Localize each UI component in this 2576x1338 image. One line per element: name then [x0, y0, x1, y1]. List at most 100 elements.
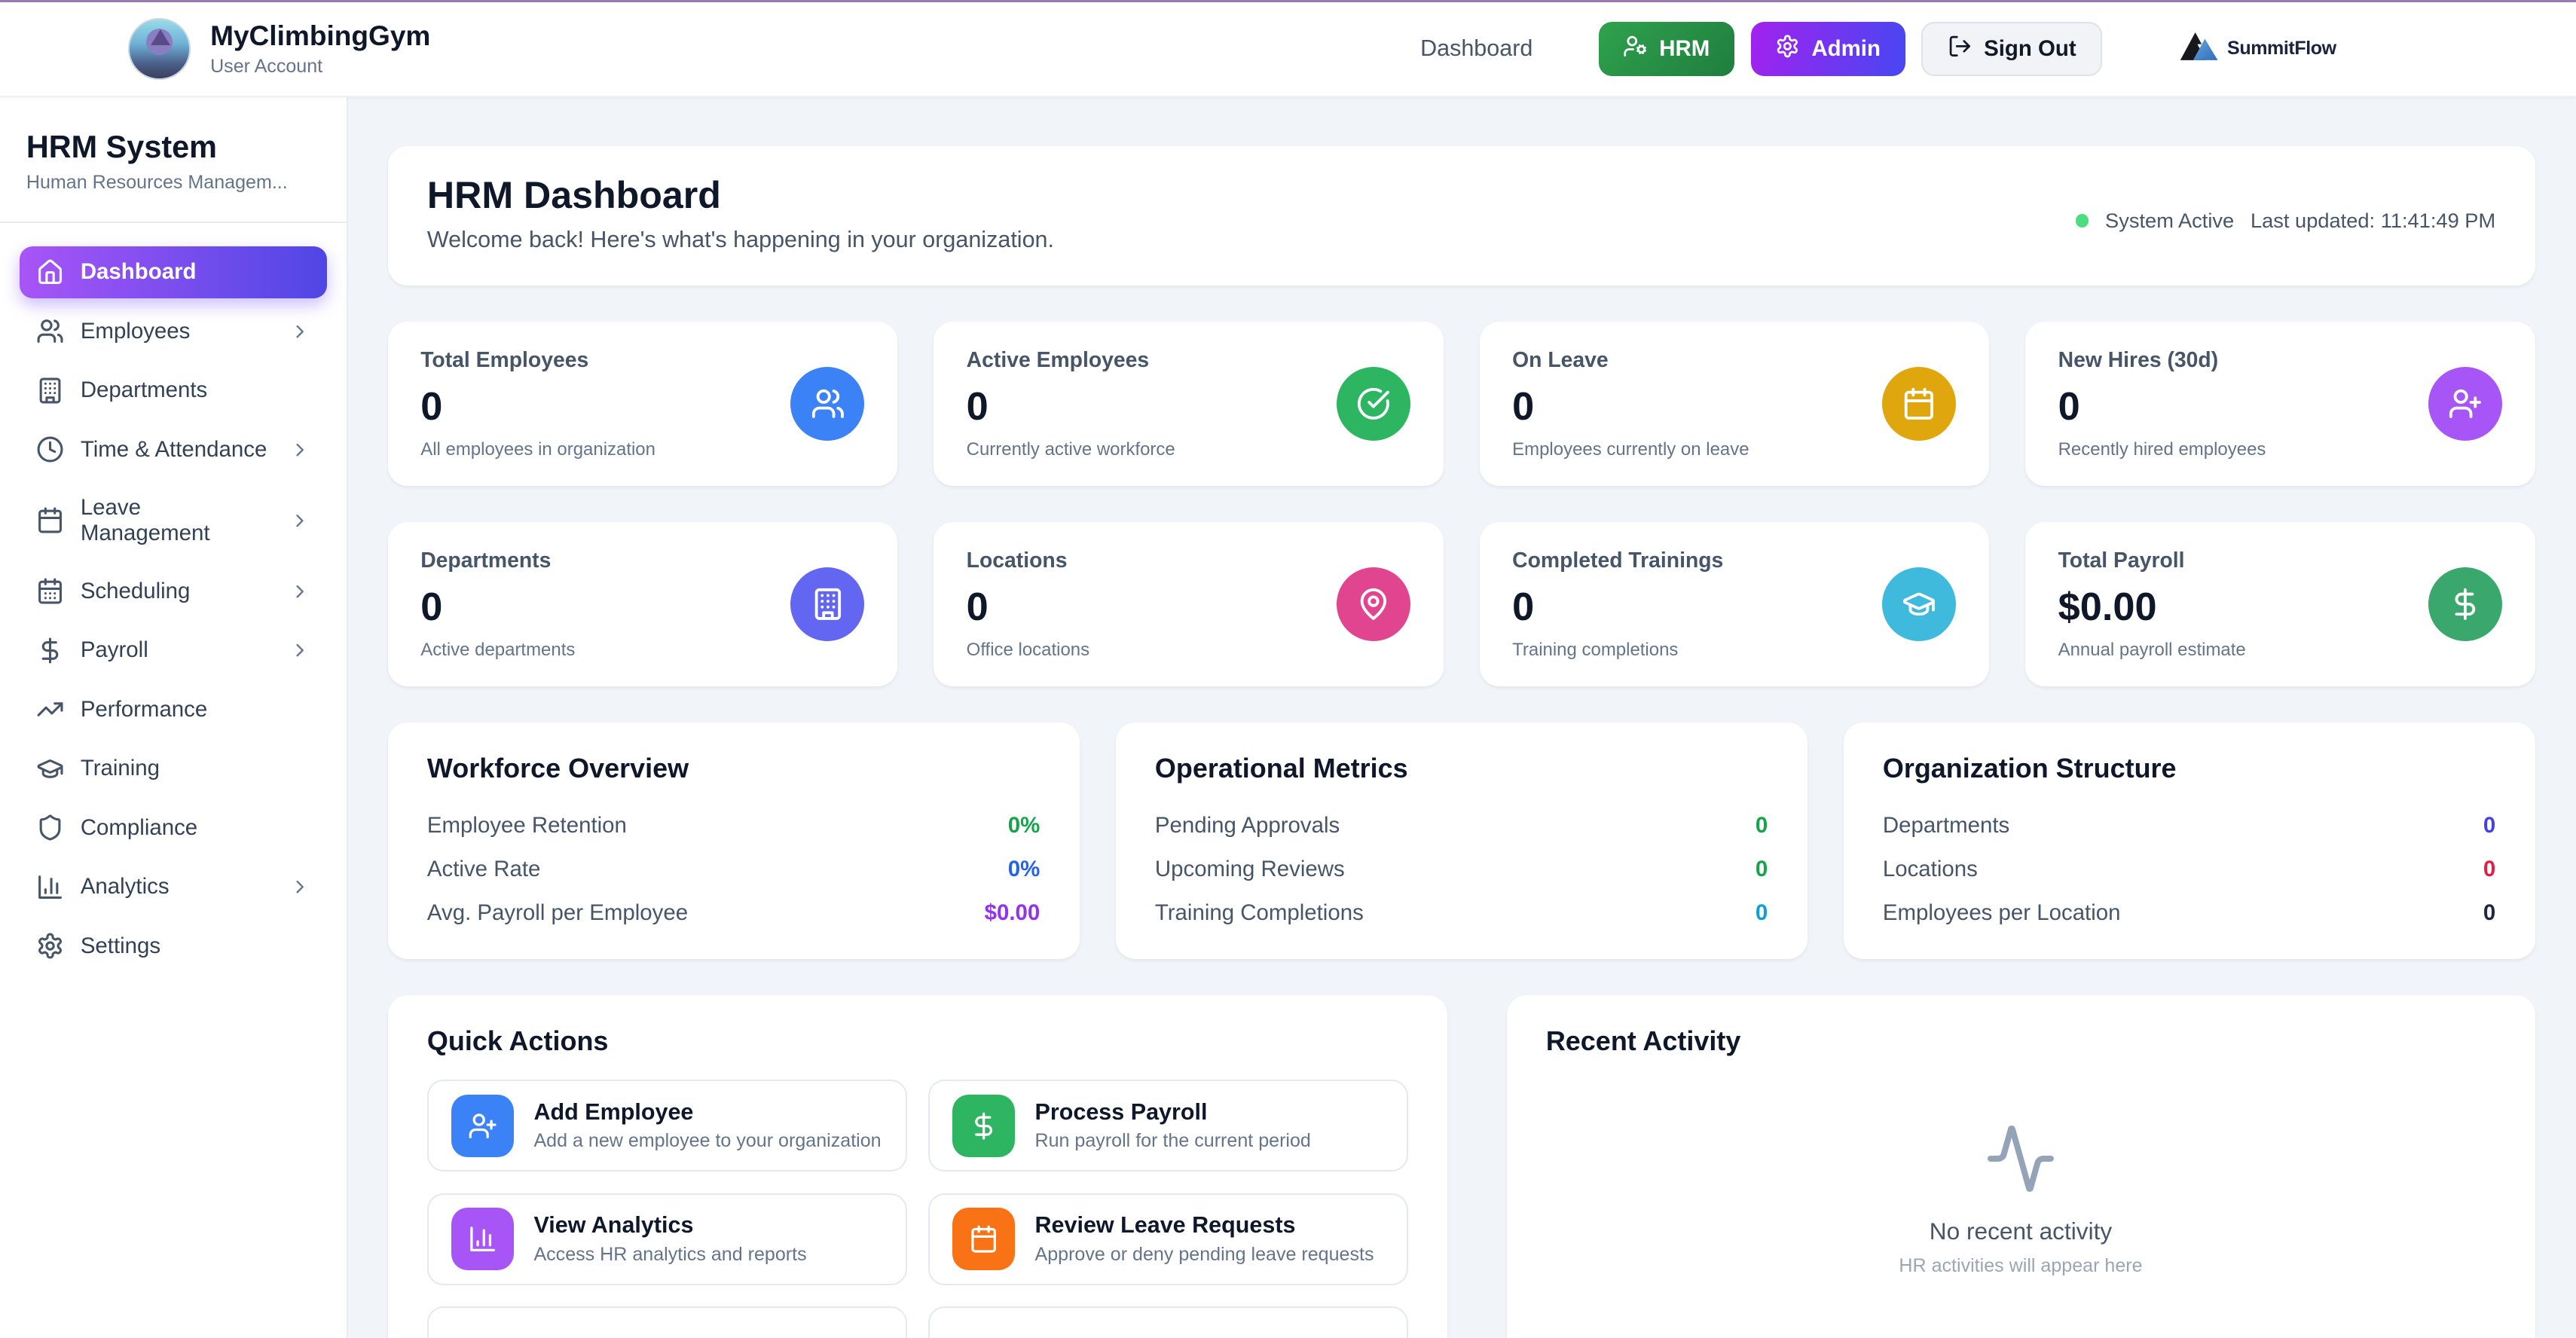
dashboard-hero: HRM Dashboard Welcome back! Here's what'…	[388, 146, 2535, 286]
metric-label: Pending Approvals	[1155, 813, 1340, 839]
sidebar-item-dashboard[interactable]: Dashboard	[20, 246, 327, 299]
gear-icon	[1775, 34, 1800, 65]
chevron-right-icon	[289, 640, 310, 661]
stat-label: Departments	[420, 548, 575, 573]
graduation-cap-icon	[36, 755, 64, 783]
brand-subtitle: User Account	[210, 56, 430, 78]
metric-value: 0%	[1008, 813, 1040, 839]
metric-value: 0	[1756, 813, 1768, 839]
users-icon	[790, 367, 864, 441]
quick-action-text: Add Employee Add a new employee to your …	[533, 1099, 881, 1153]
sidebar-item-analytics[interactable]: Analytics	[20, 860, 327, 913]
metric-label: Locations	[1883, 857, 1978, 882]
sidebar-item-time-attendance[interactable]: Time & Attendance	[20, 423, 327, 476]
bar-chart-icon	[451, 1208, 514, 1270]
metric-panels: Workforce Overview Employee Retention 0%…	[388, 722, 2535, 959]
sidebar-item-label: Time & Attendance	[81, 437, 267, 463]
metric-value: 0%	[1008, 857, 1040, 882]
sidebar-nav: Dashboard Employees Departments Time & A…	[0, 223, 347, 1002]
panel-title: Workforce Overview	[427, 753, 1040, 784]
stat-text: Total Payroll $0.00 Annual payroll estim…	[2058, 548, 2246, 661]
admin-button[interactable]: Admin	[1751, 22, 1905, 76]
recent-activity-title: Recent Activity	[1546, 1025, 2495, 1057]
stat-label: Total Payroll	[2058, 548, 2246, 573]
metric-row: Pending Approvals 0	[1155, 804, 1768, 848]
stat-value: 0	[420, 384, 655, 429]
chevron-right-icon	[289, 439, 310, 460]
hrm-button[interactable]: HRM	[1599, 22, 1734, 76]
sidebar-item-performance[interactable]: Performance	[20, 683, 327, 736]
sidebar-item-label: Employees	[81, 319, 191, 344]
page-subtitle: Welcome back! Here's what's happening in…	[427, 227, 1054, 253]
quick-action-view-analytics[interactable]: View Analytics Access HR analytics and r…	[427, 1193, 907, 1285]
quick-action-add-employee[interactable]: Add Employee Add a new employee to your …	[427, 1080, 907, 1172]
metric-row: Active Rate 0%	[427, 848, 1040, 891]
sidebar-item-settings[interactable]: Settings	[20, 920, 327, 973]
users-icon	[36, 317, 64, 345]
quick-action-manage-training[interactable]: Manage Training	[928, 1306, 1408, 1338]
stat-card-on-leave: On Leave 0 Employees currently on leave	[1480, 322, 1990, 486]
sidebar-item-payroll[interactable]: Payroll	[20, 624, 327, 677]
status-label: System Active	[2105, 209, 2234, 233]
stat-text: Departments 0 Active departments	[420, 548, 575, 661]
quick-action-description: Access HR analytics and reports	[533, 1244, 806, 1266]
header-actions: Dashboard HRM Admin Sign Out	[1420, 22, 2336, 76]
sidebar-item-compliance[interactable]: Compliance	[20, 802, 327, 854]
stat-value: 0	[967, 384, 1175, 429]
metric-label: Upcoming Reviews	[1155, 857, 1345, 882]
clock-icon	[36, 435, 64, 463]
home-icon	[36, 258, 64, 286]
chevron-right-icon	[289, 321, 310, 342]
sidebar-item-label: Payroll	[81, 637, 148, 663]
sidebar: HRM System Human Resources Managem... Da…	[0, 97, 348, 1338]
stats-grid: Total Employees 0 All employees in organ…	[388, 322, 2535, 686]
sidebar-item-leave-management[interactable]: Leave Management	[20, 482, 327, 558]
dollar-icon	[2428, 567, 2502, 641]
stat-description: Office locations	[967, 640, 1089, 661]
sidebar-item-scheduling[interactable]: Scheduling	[20, 565, 327, 618]
metric-row: Locations 0	[1883, 848, 2495, 891]
chevron-right-icon	[289, 581, 310, 602]
building-icon	[36, 377, 64, 405]
quick-action-process-payroll[interactable]: Process Payroll Run payroll for the curr…	[928, 1080, 1408, 1172]
user-plus-icon	[2428, 367, 2502, 441]
shield-icon	[36, 814, 64, 842]
stat-label: Locations	[967, 548, 1089, 573]
quick-action-review-leave-requests[interactable]: Review Leave Requests Approve or deny pe…	[928, 1193, 1408, 1285]
logout-icon	[1948, 34, 1972, 65]
gear-icon	[36, 932, 64, 960]
metric-value: 0	[2483, 813, 2495, 839]
stat-description: Active departments	[420, 640, 575, 661]
sidebar-item-label: Training	[81, 756, 160, 781]
graduation-cap-icon	[1882, 567, 1956, 641]
metric-row: Employees per Location 0	[1883, 891, 2495, 935]
stat-text: Total Employees 0 All employees in organ…	[420, 348, 655, 460]
stat-value: 0	[1512, 384, 1749, 429]
metric-label: Avg. Payroll per Employee	[427, 900, 688, 926]
logo-text: SummitFlow	[2227, 38, 2336, 60]
metric-row: Avg. Payroll per Employee $0.00	[427, 891, 1040, 935]
organization-structure-panel: Organization Structure Departments 0 Loc…	[1844, 722, 2535, 959]
metric-label: Training Completions	[1155, 900, 1364, 926]
sidebar-item-departments[interactable]: Departments	[20, 364, 327, 417]
calendar-days-icon	[36, 577, 64, 605]
quick-actions-grid: Add Employee Add a new employee to your …	[427, 1080, 1408, 1338]
metric-row: Departments 0	[1883, 804, 2495, 848]
recent-activity-card: Recent Activity No recent activity HR ac…	[1507, 995, 2535, 1338]
stat-label: Active Employees	[967, 348, 1175, 373]
sidebar-item-employees[interactable]: Employees	[20, 305, 327, 358]
stat-card-total-payroll: Total Payroll $0.00 Annual payroll estim…	[2025, 522, 2535, 686]
metric-value: $0.00	[985, 900, 1040, 926]
metric-label: Departments	[1883, 813, 2009, 839]
sign-out-button[interactable]: Sign Out	[1921, 22, 2102, 76]
header-dashboard-link[interactable]: Dashboard	[1420, 35, 1532, 62]
calendar-icon	[1882, 367, 1956, 441]
user-plus-icon	[451, 1095, 514, 1157]
quick-action-tile[interactable]	[427, 1306, 907, 1338]
metric-row: Employee Retention 0%	[427, 804, 1040, 848]
stat-value: 0	[1512, 585, 1723, 630]
activity-icon	[1985, 1123, 2057, 1195]
stat-text: New Hires (30d) 0 Recently hired employe…	[2058, 348, 2266, 460]
sidebar-item-training[interactable]: Training	[20, 742, 327, 795]
stat-description: All employees in organization	[420, 439, 655, 460]
